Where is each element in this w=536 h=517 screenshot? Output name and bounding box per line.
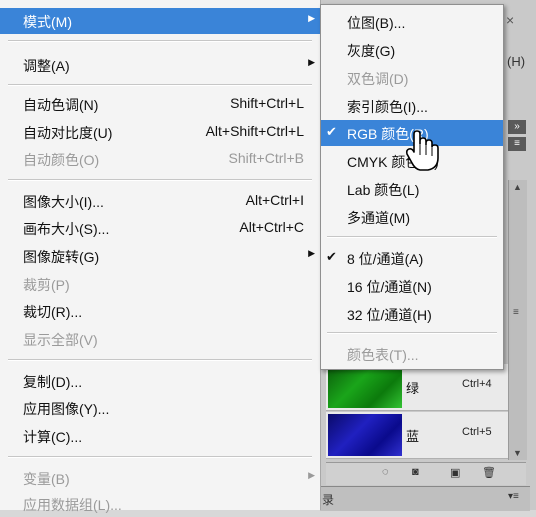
menu-item-label: 图像旋转(G): [23, 249, 100, 265]
channel-row-green[interactable]: 绿 Ctrl+4: [326, 364, 508, 411]
channel-name: 绿: [406, 381, 420, 396]
submenu-item-lab-color[interactable]: Lab 颜色(L): [321, 176, 503, 202]
image-menu: 模式(M) ▶ 调整(A) ▶ 自动色调(N) Shift+Ctrl+L 自动对…: [0, 0, 321, 513]
menu-separator: [8, 179, 312, 181]
submenu-item-label: 16 位/通道(N): [347, 279, 432, 295]
menu-item-label: 裁切(R)...: [23, 304, 83, 320]
scroll-down-icon[interactable]: ▼: [513, 448, 522, 458]
menu-separator: [8, 456, 312, 458]
channel-shortcut: Ctrl+5: [462, 426, 492, 438]
menu-item-label: 计算(C)...: [23, 429, 83, 445]
panel-status-bar: 录 ▾≡: [320, 486, 530, 511]
panel-menu-icon[interactable]: ▾≡: [508, 491, 519, 502]
panel-collapse-icon[interactable]: »: [508, 120, 526, 134]
menu-item-label: 模式(M): [23, 14, 72, 30]
hand-cursor-icon: [405, 130, 439, 171]
panel-menu-icon[interactable]: ≡: [508, 137, 526, 151]
submenu-item-color-table: 颜色表(T)...: [321, 341, 503, 367]
menu-item-shortcut: Alt+Ctrl+I: [245, 192, 304, 208]
menu-item-calculations[interactable]: 计算(C)...: [0, 423, 320, 449]
mask-icon[interactable]: ◙: [412, 466, 419, 478]
menu-item-crop: 裁剪(P): [0, 271, 320, 297]
submenu-item-label: 多通道(M): [347, 210, 410, 226]
menu-item-label: 复制(D)...: [23, 374, 83, 390]
submenu-arrow-icon: ▶: [308, 248, 315, 258]
menu-item-duplicate[interactable]: 复制(D)...: [0, 368, 320, 394]
menu-item-shortcut: Alt+Shift+Ctrl+L: [205, 123, 304, 139]
submenu-item-label: 位图(B)...: [347, 15, 406, 31]
menu-item-mode[interactable]: 模式(M) ▶: [0, 8, 320, 34]
menu-item-auto-contrast[interactable]: 自动对比度(U) Alt+Shift+Ctrl+L: [0, 119, 320, 145]
menu-item-label: 调整(A): [23, 58, 70, 74]
submenu-arrow-icon: ▶: [308, 13, 315, 23]
channel-name: 蓝: [406, 429, 420, 444]
menu-item-reveal-all: 显示全部(V): [0, 326, 320, 352]
menu-item-label: 应用图像(Y)...: [23, 401, 110, 417]
channel-row-blue[interactable]: 蓝 Ctrl+5: [326, 412, 508, 459]
menu-item-label: 自动颜色(O): [23, 152, 100, 168]
submenu-item-16bit[interactable]: 16 位/通道(N): [321, 273, 503, 299]
menu-item-shortcut: Shift+Ctrl+B: [228, 150, 304, 166]
submenu-item-bitmap[interactable]: 位图(B)...: [321, 9, 503, 35]
submenu-item-label: 索引颜色(I)...: [347, 99, 428, 115]
menu-separator: [327, 236, 497, 238]
menu-item-auto-tone[interactable]: 自动色调(N) Shift+Ctrl+L: [0, 91, 320, 117]
submenu-item-label: 灰度(G): [347, 43, 396, 59]
menu-item-label: 自动色调(N): [23, 97, 99, 113]
scroll-up-icon[interactable]: ▲: [513, 182, 522, 192]
menu-item-label: 显示全部(V): [23, 332, 98, 348]
menu-separator: [327, 332, 497, 334]
trash-icon[interactable]: 🗑: [482, 466, 496, 479]
menu-item-label: 自动对比度(U): [23, 125, 113, 141]
menu-item-shortcut: Shift+Ctrl+L: [230, 95, 304, 111]
status-fragment: 录: [322, 493, 335, 507]
menu-separator: [8, 359, 312, 361]
menu-item-shortcut: Alt+Ctrl+C: [239, 219, 304, 235]
menu-separator: [8, 84, 312, 86]
menu-item-trim[interactable]: 裁切(R)...: [0, 298, 320, 324]
menu-item-image-rotation[interactable]: 图像旋转(G) ▶: [0, 243, 320, 269]
check-icon: ✔: [326, 124, 337, 139]
menu-item-label: 画布大小(S)...: [23, 221, 110, 237]
menu-item-label: 变量(B): [23, 471, 70, 487]
scroll-grip-icon[interactable]: ≡: [513, 307, 519, 318]
submenu-item-label: 颜色表(T)...: [347, 347, 419, 363]
channel-shortcut: Ctrl+4: [462, 378, 492, 390]
mode-submenu: 位图(B)... 灰度(G) 双色调(D) 索引颜色(I)... ✔ RGB 颜…: [320, 4, 504, 370]
submenu-item-grayscale[interactable]: 灰度(G): [321, 37, 503, 63]
submenu-item-indexed-color[interactable]: 索引颜色(I)...: [321, 93, 503, 119]
submenu-arrow-icon: ▶: [308, 470, 315, 480]
panel-menu-fragment: (H): [507, 54, 526, 69]
submenu-item-8bit[interactable]: ✔ 8 位/通道(A): [321, 245, 503, 271]
menu-item-image-size[interactable]: 图像大小(I)... Alt+Ctrl+I: [0, 188, 320, 214]
menu-item-adjustments[interactable]: 调整(A) ▶: [0, 52, 320, 78]
channel-thumbnail: [328, 366, 402, 408]
submenu-item-label: 8 位/通道(A): [347, 251, 424, 267]
submenu-item-duotone: 双色调(D): [321, 65, 503, 91]
panel-scrollbar[interactable]: ▲ ≡ ▼: [508, 180, 527, 460]
dotted-circle-icon[interactable]: ◌: [382, 466, 389, 478]
new-channel-icon[interactable]: ▣: [450, 466, 460, 479]
menu-item-auto-color: 自动颜色(O) Shift+Ctrl+B: [0, 146, 320, 172]
panel-bottom-bar: ◌ ◙ ▣ 🗑: [326, 462, 526, 485]
channel-thumbnail: [328, 414, 402, 456]
submenu-item-32bit[interactable]: 32 位/通道(H): [321, 301, 503, 327]
menu-item-canvas-size[interactable]: 画布大小(S)... Alt+Ctrl+C: [0, 215, 320, 241]
submenu-item-label: 双色调(D): [347, 71, 409, 87]
submenu-item-multichannel[interactable]: 多通道(M): [321, 204, 503, 230]
menu-item-apply-image[interactable]: 应用图像(Y)...: [0, 395, 320, 421]
close-icon[interactable]: ×: [506, 12, 514, 28]
submenu-arrow-icon: ▶: [308, 57, 315, 67]
menu-item-apply-data-set: 应用数据组(L)...: [0, 491, 320, 517]
menu-item-label: 裁剪(P): [23, 277, 70, 293]
menu-item-label: 应用数据组(L)...: [23, 497, 122, 513]
menu-item-variables: 变量(B) ▶: [0, 465, 320, 491]
menu-item-label: 图像大小(I)...: [23, 194, 104, 210]
check-icon: ✔: [326, 249, 337, 264]
submenu-item-label: 32 位/通道(H): [347, 307, 432, 323]
menu-separator: [8, 40, 312, 42]
submenu-item-label: Lab 颜色(L): [347, 182, 420, 198]
